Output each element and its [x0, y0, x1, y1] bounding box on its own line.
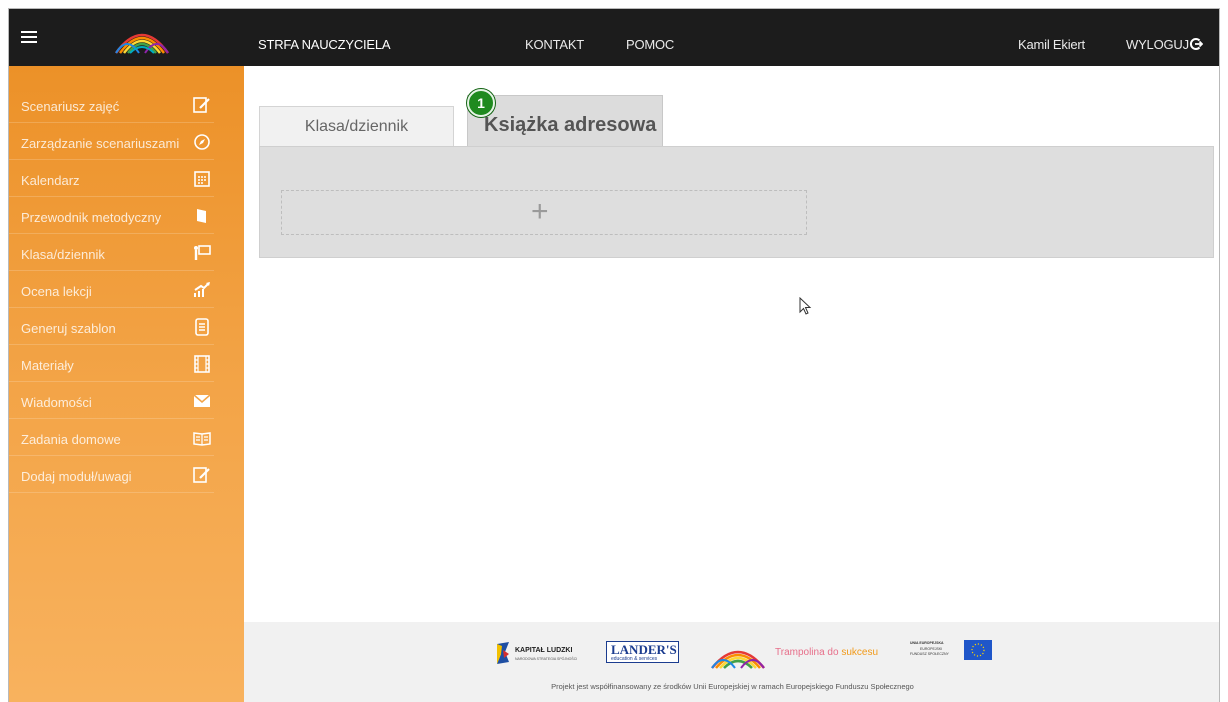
sidebar-item-label: Scenariusz zajęć: [21, 99, 120, 114]
sidebar-item-label: Przewodnik metodyczny: [21, 210, 162, 225]
ue-text-2: EUROPEJSKI: [920, 647, 943, 651]
app-window: STRFA NAUCZYCIELA KONTAKT POMOC Kamil Ek…: [8, 8, 1220, 702]
main-content: Klasa/dziennik Książka adresowa 1 +: [244, 66, 1219, 702]
footer-funding-text: Projekt jest współfinansowany ze środków…: [551, 682, 914, 691]
plus-icon: +: [531, 195, 549, 228]
book-icon: [192, 207, 212, 225]
sidebar-menu: Scenariusz zajęć Zarządzanie scenariusza…: [9, 86, 244, 493]
sidebar-item-klasa-dziennik[interactable]: Klasa/dziennik: [9, 234, 214, 271]
sidebar-item-materialy[interactable]: Materiały: [9, 345, 214, 382]
document-icon: [192, 318, 212, 336]
sidebar-item-label: Materiały: [21, 358, 74, 373]
nav-pomoc[interactable]: POMOC: [626, 37, 674, 52]
sidebar-item-generuj-szablon[interactable]: Generuj szablon: [9, 308, 214, 345]
sidebar-item-label: Zarządzanie scenariuszami: [21, 136, 180, 151]
step-number-badge: 1: [467, 89, 495, 117]
user-name[interactable]: Kamil Ekiert: [1018, 37, 1085, 52]
rainbow-logo-icon[interactable]: [113, 21, 171, 55]
ue-text-1: UNIA EUROPEJSKA: [910, 641, 944, 645]
sidebar-item-label: Generuj szablon: [21, 321, 116, 336]
sidebar-item-wiadomosci[interactable]: Wiadomości: [9, 382, 214, 419]
sidebar-item-kalendarz[interactable]: Kalendarz: [9, 160, 214, 197]
kapital-ludzki-text: KAPITAŁ LUDZKI: [515, 647, 573, 654]
sidebar-item-label: Zadania domowe: [21, 432, 121, 447]
sidebar-item-label: Kalendarz: [21, 173, 80, 188]
ue-text-3: FUNDUSZ SPOŁECZNY: [910, 652, 949, 656]
compass-icon: [192, 133, 212, 151]
sidebar-item-przewodnik[interactable]: Przewodnik metodyczny: [9, 197, 214, 234]
sidebar: Scenariusz zajęć Zarządzanie scenariusza…: [9, 66, 244, 702]
nav-strefa-nauczyciela[interactable]: STRFA NAUCZYCIELA: [258, 37, 391, 52]
envelope-icon: [192, 392, 212, 410]
film-icon: [192, 355, 212, 373]
edit-note-icon: [192, 466, 212, 484]
sidebar-item-scenariusz[interactable]: Scenariusz zajęć: [9, 86, 214, 123]
calendar-icon: [192, 170, 212, 188]
footer: KAPITAŁ LUDZKI NARODOWA STRATEGIA SPÓJNO…: [244, 622, 1219, 702]
tab-panel: +: [259, 146, 1214, 258]
menu-hamburger-icon[interactable]: [21, 31, 37, 43]
nav-kontakt[interactable]: KONTAKT: [525, 37, 584, 52]
sidebar-item-dodaj-modul[interactable]: Dodaj moduł/uwagi: [9, 456, 214, 493]
top-navigation-bar: STRFA NAUCZYCIELA KONTAKT POMOC Kamil Ek…: [9, 9, 1219, 66]
sidebar-item-label: Ocena lekcji: [21, 284, 92, 299]
tab-klasa-dziennik[interactable]: Klasa/dziennik: [259, 106, 454, 146]
sidebar-item-ocena-lekcji[interactable]: Ocena lekcji: [9, 271, 214, 308]
trampolina-text: Trampolina do sukcesu: [775, 647, 878, 658]
logout-icon[interactable]: [1189, 37, 1204, 54]
add-entry-button[interactable]: +: [281, 190, 807, 235]
trampolina-text-b: sukcesu: [841, 647, 879, 658]
sidebar-item-label: Klasa/dziennik: [21, 247, 105, 262]
landers-logo: LANDER'S education & services: [606, 641, 679, 663]
edit-note-icon: [192, 96, 212, 114]
open-book-icon: [192, 429, 212, 447]
sidebar-item-zadania-domowe[interactable]: Zadania domowe: [9, 419, 214, 456]
kapital-ludzki-subtext: NARODOWA STRATEGIA SPÓJNOŚCI: [515, 657, 578, 661]
tab-ksiazka-adresowa[interactable]: Książka adresowa: [467, 95, 663, 147]
trampolina-text-a: Trampolina do: [775, 647, 842, 658]
sidebar-item-label: Dodaj moduł/uwagi: [21, 469, 132, 484]
sidebar-item-zarzadzanie[interactable]: Zarządzanie scenariuszami: [9, 123, 214, 160]
eu-flag-icon: [964, 640, 992, 660]
sidebar-item-label: Wiadomości: [21, 395, 92, 410]
mouse-cursor-icon: [799, 297, 812, 315]
logout-link[interactable]: WYLOGUJ: [1126, 37, 1189, 52]
landers-subtext: education & services: [611, 656, 658, 662]
presentation-icon: [192, 244, 212, 262]
growth-chart-icon: [192, 281, 212, 299]
